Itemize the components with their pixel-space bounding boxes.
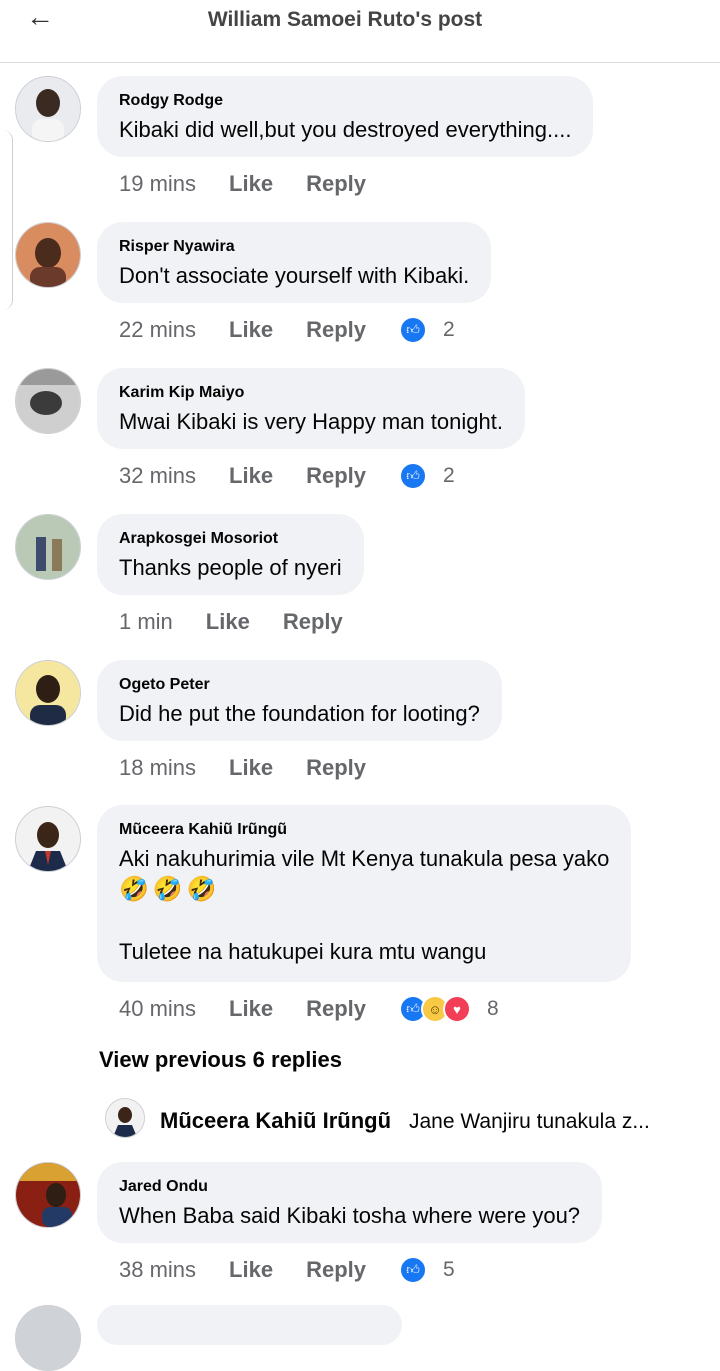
comment-author[interactable]: Arapkosgei Mosoriot xyxy=(119,530,342,548)
reply-button[interactable]: Reply xyxy=(306,463,366,489)
comment-bubble: Jared Ondu When Baba said Kibaki tosha w… xyxy=(97,1162,603,1243)
comment-author[interactable]: Risper Nyawira xyxy=(119,238,469,256)
comment-text: Mwai Kibaki is very Happy man tonight. xyxy=(119,409,503,434)
comment-bubble: Mũceera Kahiũ Irũngũ Aki nakuhurimia vil… xyxy=(97,805,632,982)
comment-text: Thanks people of nyeri xyxy=(119,555,342,580)
avatar[interactable] xyxy=(15,368,81,434)
like-button[interactable]: Like xyxy=(229,996,273,1022)
reaction-icons[interactable]: 👍︎ ☺︎ ♥︎ xyxy=(399,995,471,1023)
side-panel-edge xyxy=(0,130,13,310)
avatar[interactable] xyxy=(15,1162,81,1228)
comment-time[interactable]: 19 mins xyxy=(119,171,196,197)
top-bar: ← William Samoei Ruto's post xyxy=(0,0,720,63)
comment-text: Don't associate yourself with Kibaki. xyxy=(119,263,470,288)
comment-time[interactable]: 32 mins xyxy=(119,463,196,489)
comment-author[interactable]: Rodgy Rodge xyxy=(119,92,571,110)
page-title: William Samoei Ruto's post xyxy=(207,8,483,31)
avatar[interactable] xyxy=(15,76,81,142)
comment-author[interactable]: Jared Ondu xyxy=(119,1178,580,1196)
like-button[interactable]: Like xyxy=(229,755,273,781)
like-button[interactable]: Like xyxy=(229,171,273,197)
reply-text: Jane Wanjiru tunakula z... xyxy=(409,1110,650,1133)
rofl-emoji-icon: 🤣 xyxy=(186,876,217,903)
laughing-emoji-row: 🤣 🤣 🤣 xyxy=(119,874,609,905)
comment-actions: 19 mins Like Reply xyxy=(119,169,399,199)
comment-text: When Baba said Kibaki tosha where were y… xyxy=(119,1203,581,1228)
like-button[interactable]: Like xyxy=(229,463,273,489)
comment-bubble: Rodgy Rodge Kibaki did well,but you dest… xyxy=(97,76,594,157)
avatar[interactable] xyxy=(105,1098,145,1138)
comment-author[interactable]: Karim Kip Maiyo xyxy=(119,384,503,402)
view-previous-replies-link[interactable]: View previous 6 replies xyxy=(99,1047,342,1073)
avatar[interactable] xyxy=(15,660,81,726)
reply-preview[interactable]: Mũceera Kahiũ Irũngũ Jane Wanjiru tunaku… xyxy=(105,1098,705,1140)
comment-text: Tuletee na hatukupei kura mtu wangu xyxy=(119,939,487,964)
comment-author[interactable]: Ogeto Peter xyxy=(119,676,480,694)
comment-time[interactable]: 40 mins xyxy=(119,996,196,1022)
reply-button[interactable]: Reply xyxy=(306,171,366,197)
comment-author[interactable]: Mũceera Kahiũ Irũngũ xyxy=(119,821,609,839)
comment-actions: 38 mins Like Reply 👍︎ 5 xyxy=(119,1255,455,1285)
reaction-count[interactable]: 2 xyxy=(443,464,455,488)
reaction-icons[interactable]: 👍︎ xyxy=(399,1256,427,1284)
reaction-count[interactable]: 8 xyxy=(487,997,499,1021)
comment-bubble: Karim Kip Maiyo Mwai Kibaki is very Happ… xyxy=(97,368,525,449)
comment-actions: 22 mins Like Reply 👍︎ 2 xyxy=(119,315,455,345)
reaction-icons[interactable]: 👍︎ xyxy=(399,316,427,344)
thumbs-up-icon: 👍︎ xyxy=(399,1256,427,1284)
like-button[interactable]: Like xyxy=(229,317,273,343)
comment-actions: 18 mins Like Reply xyxy=(119,753,399,783)
comment-text-blank xyxy=(119,905,609,936)
reply-button[interactable]: Reply xyxy=(283,609,343,635)
thumbs-up-icon: 👍︎ xyxy=(399,316,427,344)
reply-button[interactable]: Reply xyxy=(306,1257,366,1283)
rofl-emoji-icon: 🤣 xyxy=(152,876,183,903)
comment-time[interactable]: 1 min xyxy=(119,609,173,635)
like-button[interactable]: Like xyxy=(229,1257,273,1283)
comment-text: Aki nakuhurimia vile Mt Kenya tunakula p… xyxy=(119,846,610,871)
comment-bubble xyxy=(97,1305,402,1345)
like-button[interactable]: Like xyxy=(206,609,250,635)
comment-time[interactable]: 38 mins xyxy=(119,1257,196,1283)
comment-actions: 32 mins Like Reply 👍︎ 2 xyxy=(119,461,455,491)
reply-button[interactable]: Reply xyxy=(306,317,366,343)
comment-actions: 1 min Like Reply xyxy=(119,607,376,637)
heart-icon: ♥︎ xyxy=(443,995,471,1023)
comment-text: Kibaki did well,but you destroyed everyt… xyxy=(119,117,572,142)
reply-button[interactable]: Reply xyxy=(306,755,366,781)
comment-time[interactable]: 18 mins xyxy=(119,755,196,781)
reaction-count[interactable]: 2 xyxy=(443,318,455,342)
reaction-count[interactable]: 5 xyxy=(443,1258,455,1282)
comment-text: Did he put the foundation for looting? xyxy=(119,701,480,726)
comment-bubble: Ogeto Peter Did he put the foundation fo… xyxy=(97,660,502,741)
reply-author[interactable]: Mũceera Kahiũ Irũngũ xyxy=(160,1108,391,1134)
avatar[interactable] xyxy=(15,222,81,288)
avatar[interactable] xyxy=(15,1305,81,1371)
reply-button[interactable]: Reply xyxy=(306,996,366,1022)
reaction-icons[interactable]: 👍︎ xyxy=(399,462,427,490)
comment-time[interactable]: 22 mins xyxy=(119,317,196,343)
comment-bubble: Risper Nyawira Don't associate yourself … xyxy=(97,222,492,303)
comment-actions: 40 mins Like Reply 👍︎ ☺︎ ♥︎ 8 xyxy=(119,994,499,1024)
avatar[interactable] xyxy=(15,806,81,872)
rofl-emoji-icon: 🤣 xyxy=(119,876,149,903)
thumbs-up-icon: 👍︎ xyxy=(399,462,427,490)
comment-bubble: Arapkosgei Mosoriot Thanks people of nye… xyxy=(97,514,364,595)
avatar[interactable] xyxy=(15,514,81,580)
